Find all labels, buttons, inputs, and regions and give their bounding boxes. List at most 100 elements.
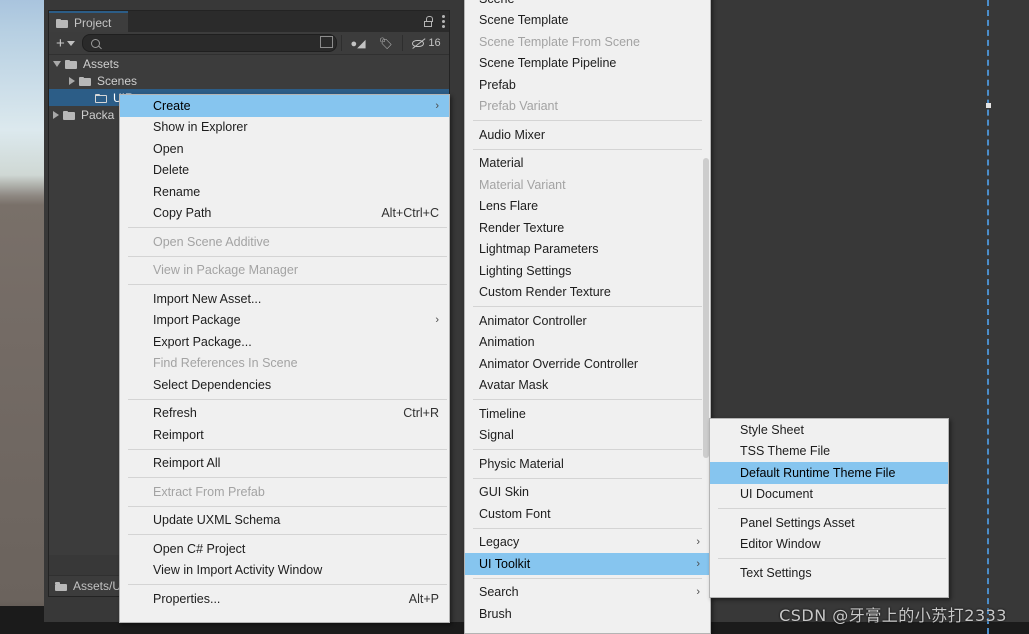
create-submenu[interactable]: Scene Scene Template Scene Template From S… — [464, 0, 711, 634]
menu-item-label: Custom Font — [479, 506, 551, 521]
menu-item-label: Properties... — [153, 591, 221, 606]
menu-item-view-in-import-activity-window[interactable]: View in Import Activity Window — [120, 560, 449, 582]
menu-item-open[interactable]: Open — [120, 138, 449, 160]
menu-separator — [473, 577, 708, 579]
menu-item-panel-settings-asset[interactable]: Panel Settings Asset — [710, 512, 948, 534]
menu-item-show-in-explorer[interactable]: Show in Explorer — [120, 117, 449, 139]
menu-item-extract-from-prefab: Extract From Prefab — [120, 481, 449, 503]
menu-item-delete[interactable]: Delete — [120, 160, 449, 182]
menu-item-animation[interactable]: Animation — [465, 332, 710, 354]
menu-separator — [473, 477, 708, 479]
menu-item-properties[interactable]: Properties... Alt+P — [120, 588, 449, 610]
menu-item-ui-document[interactable]: UI Document — [710, 484, 948, 506]
favorite-icon[interactable]: ●◢ — [346, 34, 370, 52]
menu-item-lighting-settings[interactable]: Lighting Settings — [465, 260, 710, 282]
menu-item-import-new-asset[interactable]: Import New Asset... — [120, 288, 449, 310]
menu-item-text-settings[interactable]: Text Settings — [710, 562, 948, 584]
menu-item-label: Reimport — [153, 427, 204, 442]
menu-item-label: Default Runtime Theme File — [740, 465, 896, 480]
menu-item-export-package[interactable]: Export Package... — [120, 331, 449, 353]
menu-item-animator-controller[interactable]: Animator Controller — [465, 310, 710, 332]
eye-off-icon — [411, 38, 426, 49]
kebab-menu-icon[interactable] — [442, 15, 445, 28]
lock-icon[interactable] — [423, 15, 433, 28]
menu-item-prefab[interactable]: Prefab — [465, 74, 710, 96]
chevron-down-icon[interactable] — [53, 60, 61, 67]
add-asset-button[interactable]: + — [53, 35, 78, 52]
menu-item-label: Avatar Mask — [479, 378, 549, 393]
project-tabbar: Project — [49, 11, 449, 32]
menu-item-signal[interactable]: Signal — [465, 425, 710, 447]
menu-item-reimport[interactable]: Reimport — [120, 424, 449, 446]
menu-item-update-uxml-schema[interactable]: Update UXML Schema — [120, 510, 449, 532]
chevron-right-icon[interactable] — [53, 110, 59, 119]
chevron-right-icon: › — [435, 314, 439, 327]
menu-item-custom-render-texture[interactable]: Custom Render Texture — [465, 282, 710, 304]
menu-item-animator-override-controller[interactable]: Animator Override Controller — [465, 353, 710, 375]
menu-separator — [473, 399, 708, 400]
menu-item-label: Find References In Scene — [153, 356, 298, 371]
hidden-assets-button[interactable]: 16 — [407, 34, 445, 52]
save-search-icon[interactable] — [320, 36, 333, 48]
tree-row[interactable]: Scenes — [49, 72, 449, 89]
status-path-label: Assets/U — [73, 579, 122, 593]
menu-item-label: Open Scene Additive — [153, 234, 270, 249]
chevron-right-icon: › — [696, 586, 700, 599]
menu-item-lightmap-parameters[interactable]: Lightmap Parameters — [465, 239, 710, 261]
menu-item-label: Delete — [153, 163, 190, 178]
menu-item-custom-font[interactable]: Custom Font — [465, 503, 710, 525]
menu-item-select-dependencies[interactable]: Select Dependencies — [120, 374, 449, 396]
tab-project[interactable]: Project — [49, 11, 128, 32]
menu-item-editor-window[interactable]: Editor Window — [710, 534, 948, 556]
menu-item-brush[interactable]: Brush — [465, 603, 710, 625]
tree-row[interactable]: Assets — [49, 55, 449, 72]
menu-item-ui-toolkit[interactable]: UI Toolkit › — [465, 553, 710, 575]
menu-item-physic-material[interactable]: Physic Material — [465, 453, 710, 475]
menu-item-gui-skin[interactable]: GUI Skin — [465, 482, 710, 504]
menu-item-tss-theme-file[interactable]: TSS Theme File — [710, 441, 948, 463]
menu-item-lens-flare[interactable]: Lens Flare — [465, 196, 710, 218]
menu-item-label: Signal — [479, 428, 514, 443]
menu-item-create[interactable]: Create › — [120, 95, 449, 117]
ui-element-outline-marker — [986, 0, 991, 634]
label-icon[interactable]: 🏷 — [374, 34, 398, 52]
scene-view-panel[interactable] — [0, 0, 44, 634]
menu-item-label: Lens Flare — [479, 199, 539, 214]
menu-item-avatar-mask[interactable]: Avatar Mask — [465, 375, 710, 397]
chevron-right-icon: › — [435, 99, 439, 112]
menu-item-legacy[interactable]: Legacy › — [465, 532, 710, 554]
menu-separator — [473, 449, 708, 450]
tree-row-label: Assets — [83, 56, 120, 71]
menu-item-label: Extract From Prefab — [153, 484, 265, 499]
menu-item-refresh[interactable]: Refresh Ctrl+R — [120, 403, 449, 425]
menu-item-copy-path[interactable]: Copy Path Alt+Ctrl+C — [120, 203, 449, 225]
menu-item-label: Brush — [479, 606, 512, 621]
menu-item-import-package[interactable]: Import Package › — [120, 310, 449, 332]
menu-item-audio-mixer[interactable]: Audio Mixer — [465, 124, 710, 146]
menu-item-label: Material Variant — [479, 177, 566, 192]
menu-item-label: Audio Mixer — [479, 127, 545, 142]
asset-context-menu[interactable]: Create › Show in Explorer Open Delete Rename C… — [119, 94, 450, 623]
chevron-right-icon[interactable] — [69, 76, 75, 85]
menu-item-label: Animator Override Controller — [479, 356, 639, 371]
menu-item-scene-template[interactable]: Scene Template — [465, 10, 710, 32]
menu-item-timeline[interactable]: Timeline — [465, 403, 710, 425]
menu-item-open-c-project[interactable]: Open C# Project — [120, 538, 449, 560]
watermark: CSDN @牙膏上的小苏打2333 — [779, 606, 1007, 625]
menu-item-label: Legacy — [479, 535, 520, 550]
ui-toolkit-submenu[interactable]: Style Sheet TSS Theme File Default Runtime… — [709, 418, 949, 598]
menu-item-style-sheet[interactable]: Style Sheet — [710, 419, 948, 441]
menu-item-label: Copy Path — [153, 206, 212, 221]
menu-item-render-texture[interactable]: Render Texture — [465, 217, 710, 239]
menu-item-rename[interactable]: Rename — [120, 181, 449, 203]
menu-item-material[interactable]: Material — [465, 153, 710, 175]
tab-project-label: Project — [74, 15, 112, 30]
menu-item-scene-template-pipeline[interactable]: Scene Template Pipeline — [465, 53, 710, 75]
menu-item-reimport-all[interactable]: Reimport All — [120, 453, 449, 475]
menu-item-search[interactable]: Search › — [465, 582, 710, 604]
menu-item-label: Import New Asset... — [153, 291, 262, 306]
search-input[interactable] — [81, 34, 337, 52]
folder-icon — [56, 18, 69, 28]
menu-item-scene[interactable]: Scene — [465, 0, 710, 10]
menu-item-default-runtime-theme-file[interactable]: Default Runtime Theme File — [710, 462, 948, 484]
